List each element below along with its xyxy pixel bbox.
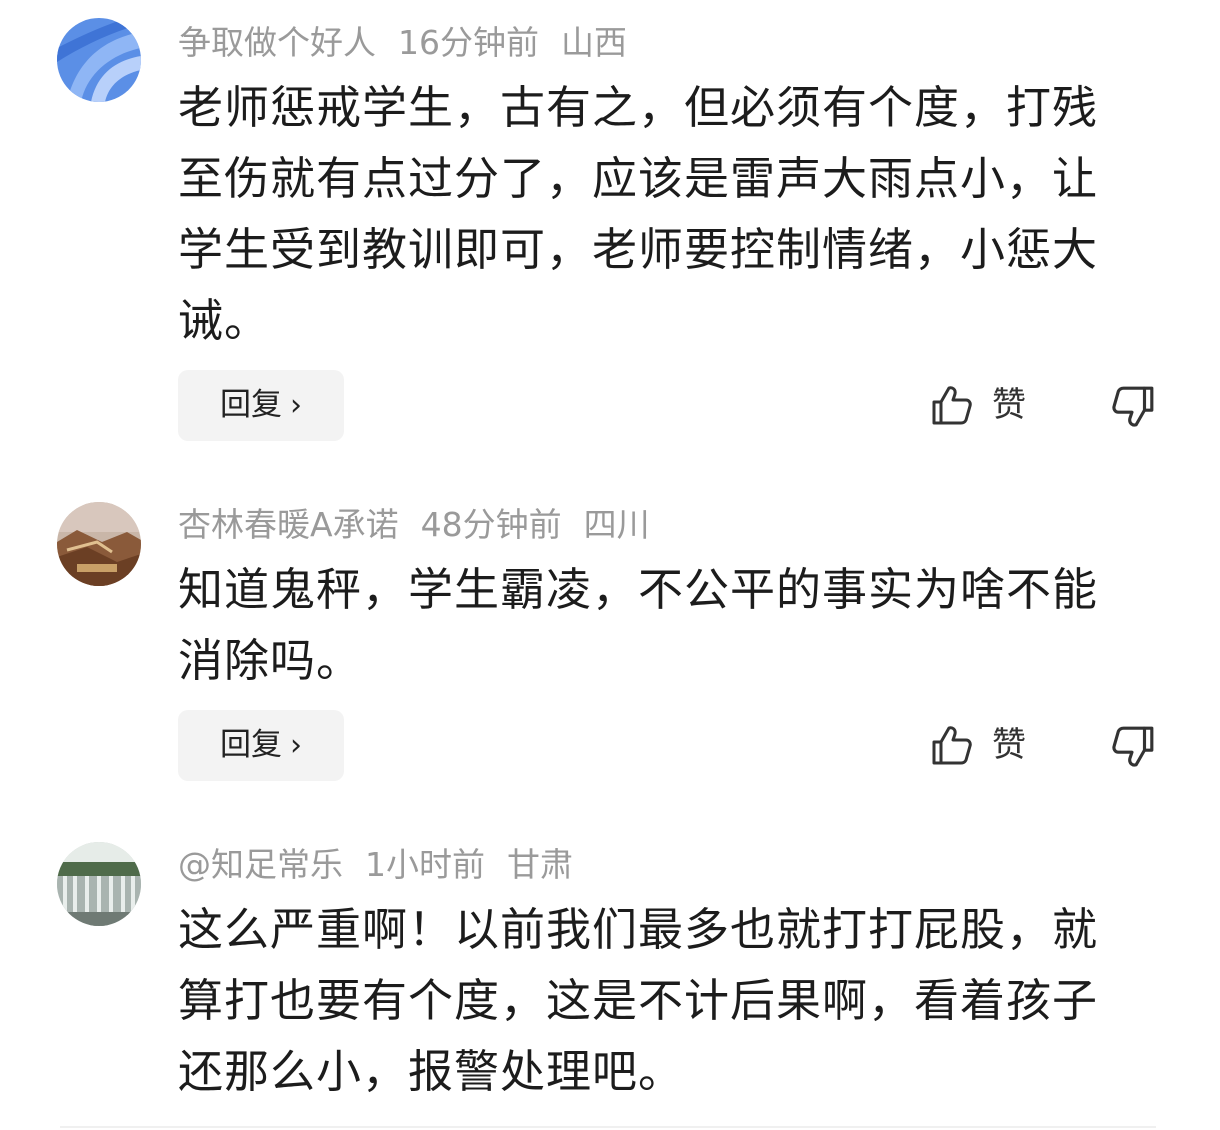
avatar[interactable] — [57, 18, 141, 102]
comment-text: 这么严重啊！以前我们最多也就打打屁股，就算打也要有个度，这是不计后果啊，看着孩子… — [178, 903, 1099, 1098]
reply-label: 回复 — [220, 727, 282, 763]
comment-time: 48分钟前 — [420, 505, 562, 544]
reply-button[interactable]: 回复 › — [178, 710, 344, 781]
comment-location: 甘肃 — [507, 845, 573, 884]
avatar-image — [57, 18, 141, 102]
comment-location: 四川 — [583, 505, 650, 544]
author-name[interactable]: 杏林春暖A承诺 — [178, 505, 399, 544]
comment-meta: 杏林春暖A承诺 48分钟前 四川 — [178, 503, 672, 547]
thumb-up-icon — [932, 386, 972, 425]
comment-time: 16分钟前 — [398, 23, 539, 62]
comment-meta: 争取做个好人 16分钟前 山西 — [178, 21, 649, 65]
author-name[interactable]: @知足常乐 — [178, 845, 343, 884]
like-label: 赞 — [992, 725, 1026, 765]
like-label: 赞 — [992, 385, 1026, 425]
comment-meta: @知足常乐 1小时前 甘肃 — [178, 843, 595, 887]
avatar-image — [57, 842, 141, 926]
thumb-down-icon — [1112, 386, 1154, 427]
avatar[interactable] — [57, 502, 141, 586]
reply-button[interactable]: 回复 › — [178, 370, 344, 441]
divider — [60, 1126, 1156, 1128]
comment-text: 知道鬼秤，学生霸凌，不公平的事实为啥不能消除吗。 — [178, 563, 1099, 687]
comment-text: 老师惩戒学生，古有之，但必须有个度，打残至伤就有点过分了，应该是雷声大雨点小，让… — [178, 81, 1099, 347]
chevron-right-icon: › — [290, 388, 302, 423]
author-name[interactable]: 争取做个好人 — [178, 23, 376, 62]
avatar-image — [57, 502, 141, 586]
thumb-up-icon — [932, 726, 972, 765]
dislike-button[interactable] — [1110, 724, 1156, 770]
like-button[interactable]: 赞 — [930, 715, 1026, 775]
reply-label: 回复 — [220, 387, 282, 423]
thumb-down-icon — [1112, 726, 1154, 767]
chevron-right-icon: › — [290, 728, 302, 763]
like-button[interactable]: 赞 — [930, 375, 1026, 435]
comment-location: 山西 — [561, 23, 627, 62]
avatar[interactable] — [57, 842, 141, 926]
comment-time: 1小时前 — [365, 845, 485, 884]
dislike-button[interactable] — [1110, 384, 1156, 430]
